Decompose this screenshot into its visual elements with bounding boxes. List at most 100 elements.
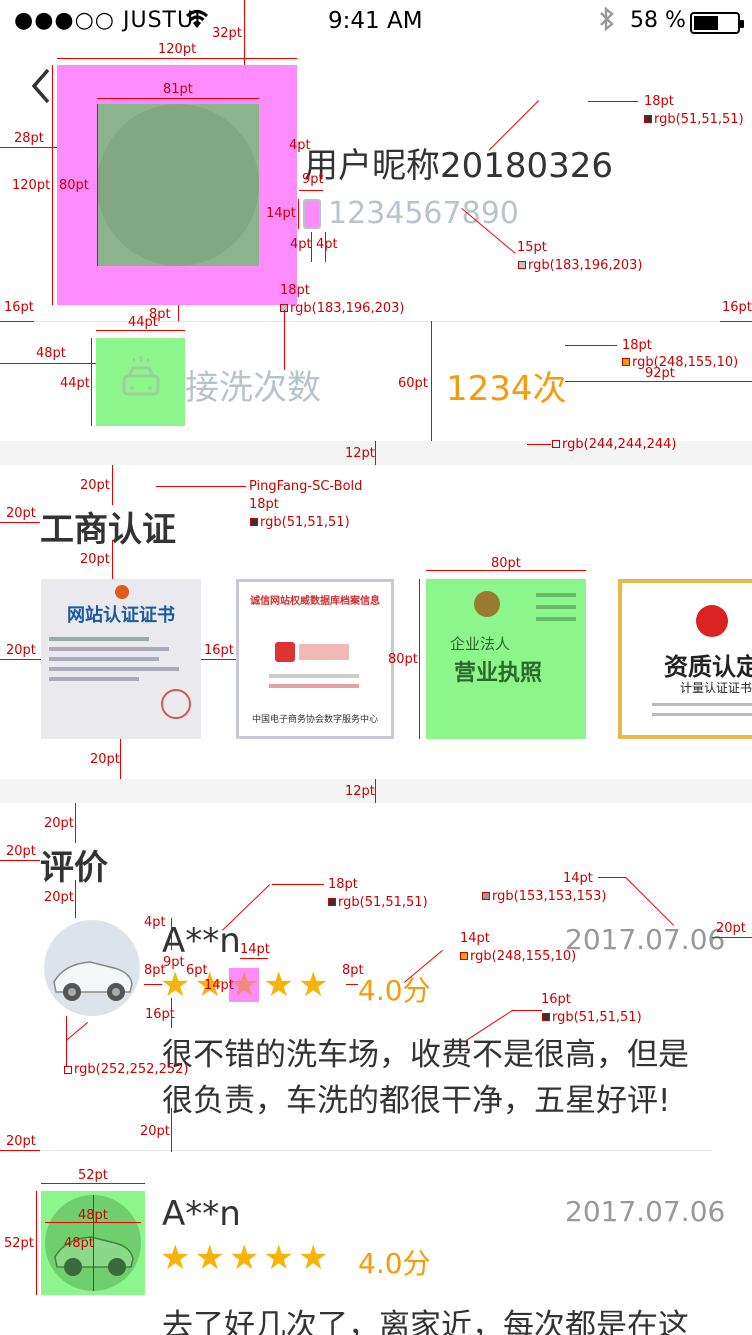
dim-label: 81pt bbox=[163, 82, 193, 97]
battery-icon bbox=[690, 12, 744, 34]
reviewer-name: A**n bbox=[162, 1194, 241, 1234]
star-icon: ★ bbox=[160, 1238, 191, 1278]
dim-label: 18pt bbox=[280, 283, 310, 298]
dim-label: 18pt bbox=[644, 94, 674, 109]
dim-label: 18pt bbox=[622, 338, 652, 353]
cert3-line1: 企业法人 bbox=[450, 635, 511, 653]
review-date: 2017.07.06 bbox=[565, 1195, 726, 1228]
review-item: A**n 2017.07.06 ★ ★ ★ ★ ★ 4.0分 很不错的洗车场，收费不是很… bbox=[0, 915, 752, 1151]
cert3-line2: 营业执照 bbox=[454, 661, 543, 686]
dim-label: 80pt bbox=[59, 178, 89, 193]
dim-label: 52pt bbox=[78, 1168, 108, 1183]
review-text-line: 很不错的洗车场，收费不是很高，但是 bbox=[162, 1037, 689, 1073]
dim-label: rgb(51,51,51) bbox=[654, 112, 744, 127]
dim-label: 16pt bbox=[722, 300, 752, 315]
review-score: 4.0分 bbox=[358, 974, 431, 1007]
dim-label: rgb(248,155,10) bbox=[470, 949, 577, 964]
dim-label: 18pt bbox=[249, 497, 279, 512]
wifi-icon bbox=[184, 8, 210, 36]
reviews-title: 评价 bbox=[40, 848, 108, 888]
dim-label: 4pt bbox=[316, 237, 338, 252]
dim-label: 12pt bbox=[345, 446, 375, 461]
dim-label: rgb(183,196,203) bbox=[290, 301, 405, 316]
dim-label: 48pt bbox=[36, 346, 66, 361]
profile-phone: 1234567890 bbox=[328, 196, 519, 231]
phone-icon bbox=[303, 199, 321, 229]
rating-stars: ★ ★ ★ ★ ★ bbox=[160, 1241, 350, 1275]
dim-label: 14pt bbox=[204, 978, 234, 993]
dim-label: 20pt bbox=[90, 752, 120, 767]
battery-percent: 58 % bbox=[630, 8, 686, 33]
dim-label: 44pt bbox=[60, 376, 90, 391]
dim-label: 14pt bbox=[563, 871, 593, 886]
dim-label: rgb(51,51,51) bbox=[338, 895, 428, 910]
dim-label: rgb(51,51,51) bbox=[260, 515, 350, 530]
dim-label: 12pt bbox=[345, 784, 375, 799]
dim-label: 16pt bbox=[204, 643, 234, 658]
status-bar: ●●●○○ JUSTUI 9:41 AM 58 % bbox=[0, 0, 752, 42]
bluetooth-icon bbox=[598, 6, 616, 38]
review-text-line: 去了好几次了，离家近，每次都是在这 bbox=[162, 1308, 689, 1335]
dim-label: 16pt bbox=[4, 300, 34, 315]
dim-label: 20pt bbox=[140, 1124, 170, 1139]
dim-label: 92pt bbox=[645, 366, 675, 381]
car-wash-icon bbox=[96, 338, 185, 426]
dim-label: 6pt bbox=[186, 963, 208, 978]
dim-label: 80pt bbox=[491, 556, 521, 571]
cert4-line2: 计量认证证书 bbox=[680, 681, 752, 695]
dim-label: 48pt bbox=[64, 1236, 94, 1251]
dim-label: 20pt bbox=[6, 1134, 36, 1149]
profile-nickname: 用户昵称20180326 bbox=[304, 146, 614, 186]
dim-label: 8pt bbox=[144, 963, 166, 978]
dim-label: rgb(51,51,51) bbox=[552, 1010, 642, 1025]
dim-label: 4pt bbox=[289, 138, 311, 153]
dim-label: 8pt bbox=[342, 963, 364, 978]
cert-image-4[interactable]: 资质认定 计量认证证书 bbox=[618, 579, 752, 739]
dim-label: 4pt bbox=[290, 237, 312, 252]
dim-label: 20pt bbox=[6, 844, 36, 859]
cert2-footer: 中国电子商务协会数字服务中心 bbox=[251, 715, 378, 725]
dim-label: 60pt bbox=[398, 376, 428, 391]
dim-label: 120pt bbox=[12, 178, 51, 193]
star-icon: ★ bbox=[297, 965, 329, 1005]
dim-label: 4pt bbox=[144, 915, 166, 930]
wash-count: 1234次 bbox=[446, 369, 567, 409]
dim-label: 32pt bbox=[212, 26, 242, 41]
star-icon: ★ bbox=[263, 1238, 294, 1278]
star-icon: ★ bbox=[228, 1238, 260, 1278]
section-divider-2 bbox=[0, 779, 752, 803]
cert4-line1: 资质认定 bbox=[664, 653, 752, 681]
cert1-title: 网站认证证书 bbox=[67, 605, 175, 626]
dim-label: 28pt bbox=[14, 131, 44, 146]
dim-label: 20pt bbox=[6, 506, 36, 521]
star-icon: ★ bbox=[297, 1238, 329, 1278]
dim-label: 9pt bbox=[163, 955, 185, 970]
cert-image-3[interactable]: 企业法人 营业执照 bbox=[426, 579, 586, 739]
dim-label: 52pt bbox=[4, 1236, 34, 1251]
dim-label: 20pt bbox=[44, 816, 74, 831]
dim-label: 14pt bbox=[460, 931, 490, 946]
clock: 9:41 AM bbox=[328, 8, 423, 34]
star-icon: ★ bbox=[194, 1238, 225, 1278]
star-icon: ★ bbox=[263, 965, 294, 1005]
dim-label: 18pt bbox=[328, 877, 358, 892]
dim-label: 20pt bbox=[80, 552, 110, 567]
dim-label: 15pt bbox=[517, 240, 547, 255]
review-score: 4.0分 bbox=[358, 1247, 431, 1280]
dim-label: 9pt bbox=[302, 172, 324, 187]
dim-label: rgb(183,196,203) bbox=[528, 258, 643, 273]
cert-image-1[interactable]: 网站认证证书 bbox=[41, 579, 201, 739]
dim-label: 44pt bbox=[128, 315, 158, 330]
carrier-label: ●●●○○ JUSTUI bbox=[14, 8, 202, 33]
dim-label: 20pt bbox=[44, 890, 74, 905]
dim-label: 14pt bbox=[266, 206, 296, 221]
cert2-title: 诚信网站权威数据库档案信息 bbox=[250, 596, 380, 607]
reviewer-avatar[interactable] bbox=[44, 920, 140, 1016]
dim-label: 120pt bbox=[158, 42, 197, 57]
review-item: A**n 2017.07.06 ★ ★ ★ ★ ★ 4.0分 去了好几次了，离家近，每次… bbox=[0, 1180, 752, 1335]
avatar[interactable] bbox=[97, 104, 259, 266]
dim-label: 20pt bbox=[6, 643, 36, 658]
review-date: 2017.07.06 bbox=[565, 923, 726, 956]
cert-image-2[interactable]: 诚信网站权威数据库档案信息 中国电子商务协会数字服务中心 bbox=[236, 579, 394, 739]
dim-label: rgb(244,244,244) bbox=[562, 437, 677, 452]
